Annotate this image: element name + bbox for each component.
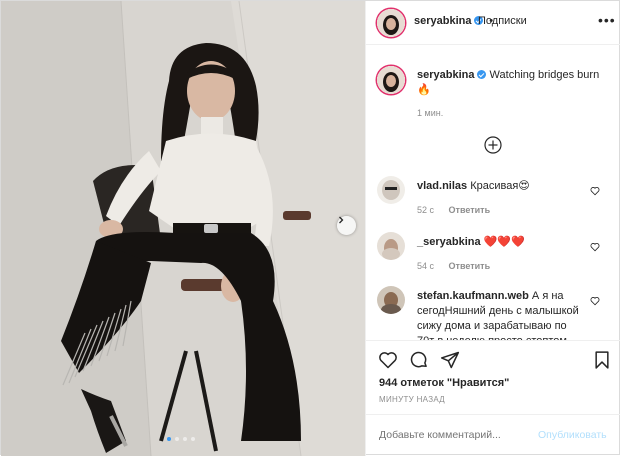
commenter-avatar[interactable] [377, 286, 405, 314]
post-timestamp: МИНУТУ НАЗАД [379, 395, 445, 404]
comment-meta: 54 с Ответить [417, 261, 502, 271]
author-username[interactable]: seryabkina [414, 15, 471, 27]
caption-avatar[interactable] [377, 66, 405, 94]
photo-illustration [1, 1, 365, 456]
commenter-avatar[interactable] [377, 176, 405, 204]
comment-time: 54 с [417, 261, 435, 271]
comment-icon[interactable] [409, 350, 429, 370]
next-photo-button[interactable] [337, 216, 356, 235]
carousel-dot-active [167, 437, 171, 441]
comment-meta: 52 с Ответить [417, 205, 502, 215]
avatar-image [377, 232, 405, 260]
avatar-image [377, 9, 405, 37]
caption-text-wrap: seryabkina Watching bridges burn 🔥 [417, 68, 612, 98]
comment-like-heart-icon[interactable] [590, 186, 600, 196]
reply-button[interactable]: Ответить [449, 261, 491, 271]
comment-like-heart-icon[interactable] [590, 296, 600, 306]
add-comment-bar: Опубликовать [366, 414, 620, 457]
bookmark-icon[interactable] [592, 350, 612, 370]
comment-body: stefan.kaufmann.web А я на сегодНяшний д… [417, 289, 582, 340]
heart-icon[interactable] [378, 350, 398, 370]
avatar-image [377, 176, 405, 204]
comment-like-heart-icon[interactable] [590, 242, 600, 252]
reply-button[interactable]: Ответить [449, 205, 491, 215]
likes-count[interactable]: 944 отметок "Нравится" [379, 377, 509, 389]
post-side-panel: seryabkina • Подписки ••• seryabkina Wat… [365, 1, 620, 456]
instagram-post: seryabkina • Подписки ••• seryabkina Wat… [0, 0, 620, 456]
following-button[interactable]: Подписки [478, 15, 527, 27]
comment-row: stefan.kaufmann.web А я на сегодНяшний д… [366, 286, 620, 340]
comments-area[interactable]: seryabkina Watching bridges burn 🔥 1 мин… [366, 46, 620, 340]
commenter-avatar[interactable] [377, 232, 405, 260]
carousel-dot [183, 437, 187, 441]
comment-input[interactable] [379, 429, 529, 441]
commenter-username[interactable]: vlad.nilas [417, 180, 467, 192]
commenter-username[interactable]: _seryabkina [417, 236, 481, 248]
post-photo[interactable] [1, 1, 365, 456]
comment-body: vlad.nilas Красивая😍 [417, 179, 582, 194]
load-more-comments-button[interactable] [484, 136, 502, 154]
post-actions: 944 отметок "Нравится" МИНУТУ НАЗАД Опуб… [366, 340, 620, 456]
verified-badge-icon [477, 70, 487, 79]
caption-row: seryabkina Watching bridges burn 🔥 1 мин… [366, 66, 620, 126]
post-header: seryabkina • Подписки ••• [366, 1, 620, 45]
caption-username[interactable]: seryabkina [417, 69, 474, 81]
comment-row: _seryabkina ❤️❤️❤️ 54 с Ответить [366, 232, 620, 277]
author-avatar[interactable] [377, 9, 405, 37]
comment-text: ❤️❤️❤️ [483, 236, 525, 248]
avatar-image [377, 66, 405, 94]
comment-row: vlad.nilas Красивая😍 52 с Ответить [366, 176, 620, 221]
caption-time: 1 мин. [417, 108, 444, 118]
chevron-right-icon [339, 216, 344, 224]
carousel-dot [175, 437, 179, 441]
comment-time: 52 с [417, 205, 435, 215]
post-comment-button[interactable]: Опубликовать [538, 429, 607, 441]
carousel-dot [191, 437, 195, 441]
carousel-indicator [167, 437, 195, 441]
comment-text: Красивая😍 [470, 180, 530, 192]
more-icon[interactable]: ••• [598, 13, 616, 27]
avatar-image [377, 286, 405, 314]
share-icon[interactable] [440, 350, 460, 370]
commenter-username[interactable]: stefan.kaufmann.web [417, 290, 529, 302]
comment-body: _seryabkina ❤️❤️❤️ [417, 235, 582, 250]
